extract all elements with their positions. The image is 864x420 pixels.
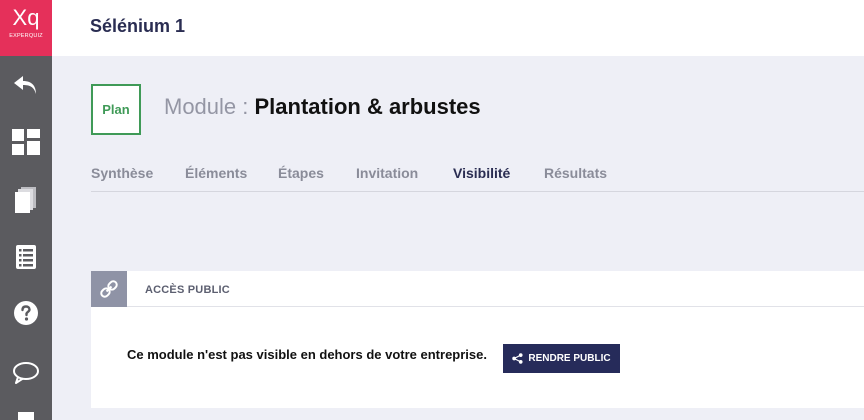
module-title: Module : Plantation & arbustes [164, 94, 481, 120]
module-title-prefix: Module : [164, 94, 255, 119]
make-public-label: RENDRE PUBLIC [528, 353, 611, 364]
link-icon [100, 280, 118, 298]
sidebar-item-pages[interactable] [0, 177, 52, 223]
tab-resultats[interactable]: Résultats [544, 165, 607, 181]
tab-visibilite[interactable]: Visibilité [453, 165, 510, 181]
document-icon [18, 412, 34, 420]
module-tabs: Synthèse Éléments Étapes Invitation Visi… [91, 164, 864, 192]
help-icon [14, 301, 38, 325]
page-title: Sélénium 1 [90, 16, 186, 36]
sidebar-item-back[interactable] [0, 62, 52, 108]
logo-mark: Xq [12, 5, 40, 30]
chat-icon [13, 362, 39, 384]
public-access-header: ACCÈS PUBLIC [91, 271, 864, 307]
top-bar: Sélénium 1 [52, 0, 864, 56]
sidebar-item-help[interactable] [0, 290, 52, 336]
module-badge: Plan [91, 84, 141, 135]
share-icon [512, 353, 523, 364]
sidebar-item-dashboard[interactable] [0, 119, 52, 165]
sidebar: Xq EXPERQUIZ [0, 0, 52, 420]
card-icon-box [91, 271, 127, 307]
pages-icon [15, 187, 36, 213]
dashboard-icon [12, 129, 40, 155]
module-name: Plantation & arbustes [254, 94, 481, 119]
sidebar-item-list[interactable] [0, 234, 52, 280]
visibility-message: Ce module n'est pas visible en dehors de… [127, 347, 487, 362]
tab-synthese[interactable]: Synthèse [91, 165, 153, 181]
tab-etapes[interactable]: Étapes [278, 165, 324, 181]
list-icon [16, 245, 36, 269]
make-public-button[interactable]: RENDRE PUBLIC [503, 344, 620, 373]
sidebar-item-more[interactable] [0, 402, 52, 420]
tab-invitation[interactable]: Invitation [356, 165, 418, 181]
logo-subtitle: EXPERQUIZ [9, 33, 43, 39]
sidebar-item-chat[interactable] [0, 350, 52, 396]
app-logo[interactable]: Xq EXPERQUIZ [0, 0, 52, 56]
public-access-heading: ACCÈS PUBLIC [145, 284, 230, 296]
public-access-body: Ce module n'est pas visible en dehors de… [91, 307, 864, 408]
back-arrow-icon [14, 76, 36, 94]
tab-elements[interactable]: Éléments [185, 165, 247, 181]
